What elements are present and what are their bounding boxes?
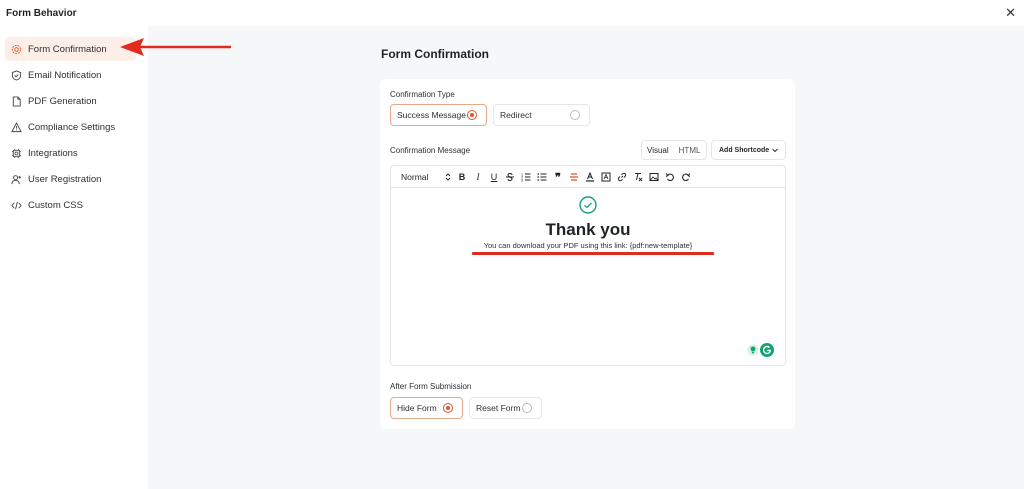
option-label: Reset Form xyxy=(476,403,521,413)
sidebar: Form Confirmation Email Notification PDF… xyxy=(0,26,148,489)
underline-icon[interactable]: U xyxy=(489,171,499,183)
hide-form-option[interactable]: Hide Form xyxy=(390,397,463,419)
bullet-list-icon[interactable] xyxy=(537,171,547,183)
reset-form-option[interactable]: Reset Form xyxy=(469,397,542,419)
clear-format-icon[interactable] xyxy=(633,171,643,183)
annotation-arrow xyxy=(120,38,231,56)
sidebar-item-label: Compliance Settings xyxy=(28,121,116,133)
lightbulb-icon[interactable] xyxy=(747,344,759,356)
sidebar-item-pdf-generation[interactable]: PDF Generation xyxy=(5,89,136,113)
strikethrough-icon[interactable] xyxy=(505,171,515,183)
close-icon[interactable]: ✕ xyxy=(1005,5,1016,21)
tab-visual[interactable]: Visual xyxy=(642,146,674,155)
grammarly-icon[interactable] xyxy=(760,343,774,357)
option-label: Hide Form xyxy=(397,403,437,413)
redirect-option[interactable]: Redirect xyxy=(493,104,590,126)
italic-icon[interactable]: I xyxy=(473,171,483,183)
thank-you-heading: Thank you xyxy=(545,220,631,239)
user-add-icon xyxy=(10,173,22,185)
code-icon xyxy=(10,199,22,211)
editor-mode-tabs: Visual HTML xyxy=(641,140,707,160)
align-icon[interactable] xyxy=(569,171,579,183)
title-bar: Form Behavior ✕ xyxy=(0,0,1024,26)
rich-text-editor[interactable]: Normal B I U 123 ❞ Thank you You can dow… xyxy=(390,165,786,366)
sidebar-item-label: PDF Generation xyxy=(28,95,97,107)
sidebar-item-form-confirmation[interactable]: Form Confirmation xyxy=(5,37,136,61)
ordered-list-icon[interactable]: 123 xyxy=(521,171,531,183)
shield-icon xyxy=(10,69,22,81)
tab-html[interactable]: HTML xyxy=(674,146,706,155)
sidebar-item-label: Integrations xyxy=(28,147,78,159)
radio-icon xyxy=(443,403,453,413)
confirmation-message-label: Confirmation Message xyxy=(390,146,471,155)
link-icon[interactable] xyxy=(617,171,627,183)
editor-content[interactable]: Thank you You can download your PDF usin… xyxy=(391,188,785,365)
annotation-underline xyxy=(472,252,714,255)
shortcode-label: Add Shortcode xyxy=(719,146,770,154)
option-label: Success Message xyxy=(397,110,466,120)
add-shortcode-button[interactable]: Add Shortcode xyxy=(711,140,786,160)
sidebar-item-label: Email Notification xyxy=(28,69,102,81)
radio-icon xyxy=(570,110,580,120)
chip-icon xyxy=(10,147,22,159)
redo-icon[interactable] xyxy=(681,171,691,183)
sidebar-item-label: User Registration xyxy=(28,173,102,185)
window-title: Form Behavior xyxy=(6,8,77,19)
quote-icon[interactable]: ❞ xyxy=(553,171,563,184)
sidebar-item-custom-css[interactable]: Custom CSS xyxy=(5,193,136,217)
select-arrows-icon xyxy=(444,171,452,183)
highlight-icon[interactable] xyxy=(601,171,611,183)
image-icon[interactable] xyxy=(649,171,659,183)
page-title: Form Confirmation xyxy=(381,47,489,61)
chevron-down-icon xyxy=(772,148,778,153)
radio-icon xyxy=(522,403,532,413)
confirmation-type-label: Confirmation Type xyxy=(390,90,455,99)
editor-toolbar: Normal B I U 123 ❞ xyxy=(391,166,785,188)
success-message-option[interactable]: Success Message xyxy=(390,104,487,126)
sidebar-item-label: Custom CSS xyxy=(28,199,83,211)
format-select[interactable]: Normal xyxy=(401,171,439,183)
sidebar-item-email-notification[interactable]: Email Notification xyxy=(5,63,136,87)
radio-icon xyxy=(467,110,477,120)
option-label: Redirect xyxy=(500,110,532,120)
check-circle-icon xyxy=(579,196,597,214)
sidebar-item-user-registration[interactable]: User Registration xyxy=(5,167,136,191)
bold-icon[interactable]: B xyxy=(457,171,467,183)
sidebar-item-integrations[interactable]: Integrations xyxy=(5,141,136,165)
sidebar-item-compliance-settings[interactable]: Compliance Settings xyxy=(5,115,136,139)
sidebar-item-label: Form Confirmation xyxy=(28,43,107,55)
svg-text:3: 3 xyxy=(521,179,523,183)
text-color-icon[interactable] xyxy=(585,171,595,183)
after-submission-label: After Form Submission xyxy=(390,382,472,391)
warning-icon xyxy=(10,121,22,133)
gear-icon xyxy=(10,43,22,55)
document-icon xyxy=(10,95,22,107)
undo-icon[interactable] xyxy=(665,171,675,183)
pdf-download-text: You can download your PDF using this lin… xyxy=(483,241,693,250)
